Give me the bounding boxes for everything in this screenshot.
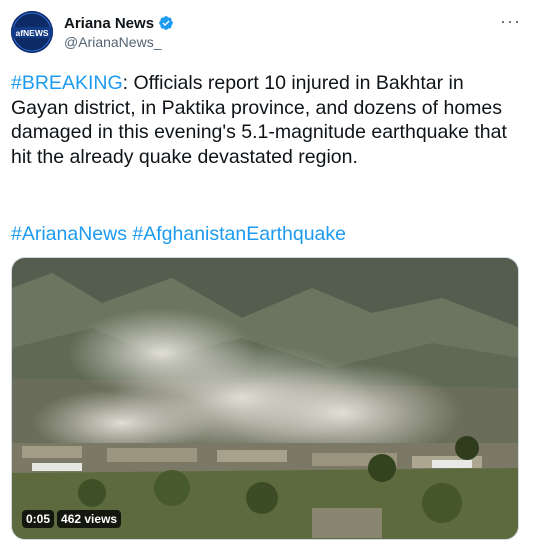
more-options-icon[interactable]: ··· <box>500 12 521 30</box>
hashtag-afghanistanearthquake[interactable]: #AfghanistanEarthquake <box>132 223 346 245</box>
video-views: 462 views <box>57 510 122 528</box>
video-player[interactable] <box>11 257 519 540</box>
hashtag-row: #ArianaNews #AfghanistanEarthquake <box>11 222 346 246</box>
tweet-card: afNEWS Ariana News @ArianaNews_ ··· #BRE… <box>0 0 534 548</box>
avatar[interactable]: afNEWS <box>11 11 53 53</box>
display-name[interactable]: Ariana News <box>64 15 154 32</box>
hashtag-breaking[interactable]: #BREAKING <box>11 72 123 94</box>
avatar-text: afNEWS <box>15 28 48 38</box>
video-badges: 0:05 462 views <box>22 510 122 528</box>
tweet-body: #BREAKING: Officials report 10 injured i… <box>11 71 511 169</box>
ariana-news-logo-icon: afNEWS <box>11 11 53 53</box>
author-handle[interactable]: @ArianaNews_ <box>64 34 161 50</box>
video-duration: 0:05 <box>22 510 55 528</box>
earthquake-video-frame <box>12 258 518 539</box>
hashtag-ariananews[interactable]: #ArianaNews <box>11 223 127 245</box>
author-name-row[interactable]: Ariana News <box>64 13 174 33</box>
verified-badge-icon <box>158 15 174 31</box>
